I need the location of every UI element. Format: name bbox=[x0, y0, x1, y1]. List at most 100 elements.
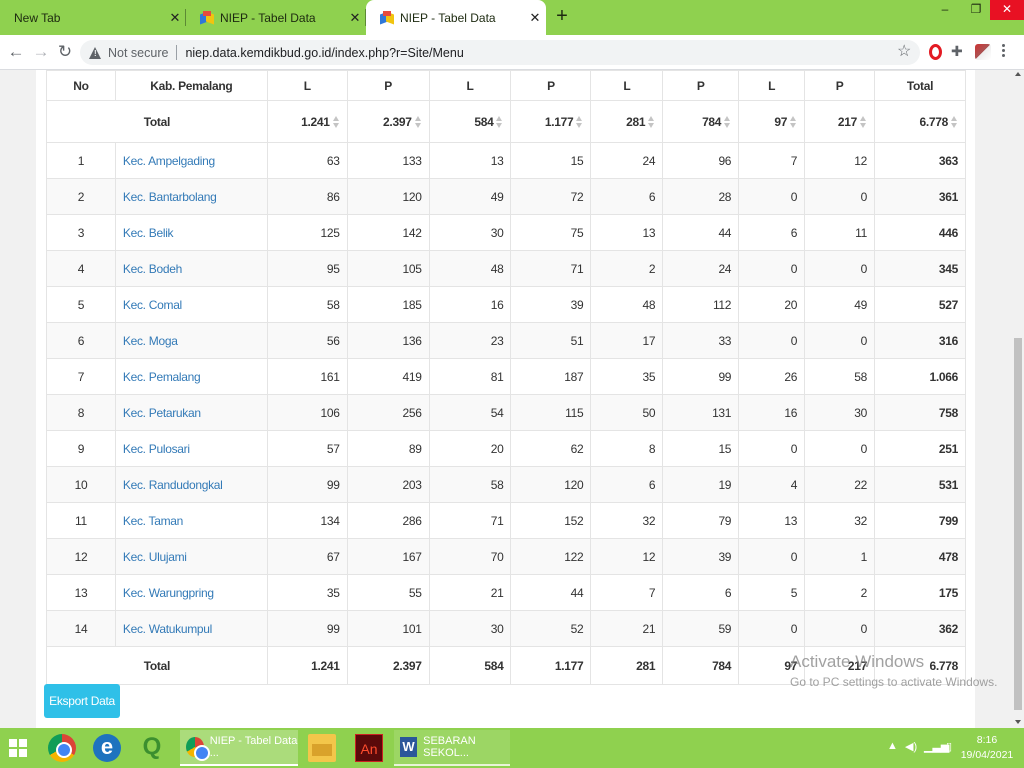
address-bar[interactable]: Not secure niep.data.kemdikbud.go.id/ind… bbox=[80, 40, 920, 65]
sort-icon[interactable] bbox=[496, 116, 503, 129]
new-tab-plus-icon[interactable]: + bbox=[550, 5, 574, 29]
sortable-total[interactable]: 97 bbox=[738, 100, 806, 143]
district-link[interactable]: Kec. Warungpring bbox=[114, 574, 268, 611]
animate-taskbar-icon[interactable]: An bbox=[355, 734, 383, 762]
sort-icon[interactable] bbox=[332, 116, 340, 129]
district-link[interactable]: Kec. Petarukan bbox=[114, 394, 268, 431]
tab-new-tab[interactable]: New Tab ✕ bbox=[0, 0, 186, 35]
sort-icon[interactable] bbox=[576, 116, 583, 129]
cell-value: 99 bbox=[662, 358, 740, 395]
col-header[interactable]: Kab. Pemalang bbox=[114, 70, 268, 101]
sortable-total[interactable]: 6.778 bbox=[874, 100, 966, 143]
window-close-icon[interactable]: ✕ bbox=[990, 0, 1024, 20]
restore-icon[interactable]: ❐ bbox=[962, 0, 990, 20]
bookmark-star-icon[interactable]: ☆ bbox=[897, 41, 911, 61]
sort-icon[interactable] bbox=[648, 116, 655, 129]
col-header[interactable]: P bbox=[510, 70, 592, 101]
sort-icon[interactable] bbox=[724, 116, 731, 129]
district-link[interactable]: Kec. Ulujami bbox=[114, 538, 268, 575]
back-arrow-icon[interactable]: ← bbox=[5, 41, 27, 63]
sort-icon[interactable] bbox=[414, 116, 422, 129]
district-link[interactable]: Kec. Taman bbox=[114, 502, 268, 539]
cell-value: 0 bbox=[738, 250, 806, 287]
row-number: 11 bbox=[46, 502, 116, 539]
qgis-taskbar-icon[interactable]: Q bbox=[138, 734, 166, 762]
sortable-total[interactable]: 1.241 bbox=[266, 100, 348, 143]
district-link[interactable]: Kec. Belik bbox=[114, 214, 268, 251]
ie-taskbar-icon[interactable]: e bbox=[93, 734, 121, 762]
security-label[interactable]: Not secure bbox=[108, 46, 168, 60]
chrome-icon bbox=[186, 737, 210, 761]
scrollbar-thumb[interactable] bbox=[1014, 338, 1022, 710]
file-explorer-taskbar-icon[interactable] bbox=[308, 734, 336, 762]
close-icon[interactable]: ✕ bbox=[524, 10, 546, 26]
system-clock[interactable]: 8:16 19/04/2021 bbox=[960, 733, 1014, 763]
col-header[interactable]: P bbox=[346, 70, 430, 101]
col-header[interactable]: P bbox=[804, 70, 876, 101]
sortable-total[interactable]: 784 bbox=[662, 100, 740, 143]
taskbar-chrome-window[interactable]: NIEP - Tabel Data ... bbox=[180, 730, 298, 766]
url-text[interactable]: niep.data.kemdikbud.go.id/index.php?r=Si… bbox=[185, 46, 463, 60]
col-header[interactable]: No bbox=[46, 70, 116, 101]
minimize-icon[interactable]: – bbox=[930, 0, 960, 20]
district-link[interactable]: Kec. Pemalang bbox=[114, 358, 268, 395]
cell-value: 133 bbox=[346, 142, 430, 179]
col-header[interactable]: L bbox=[266, 70, 348, 101]
niep-favicon-icon bbox=[380, 10, 394, 25]
sort-icon[interactable] bbox=[951, 116, 958, 129]
table-row: 13 Kec. Warungpring 35 55 21 44 7 6 5 2 175 bbox=[46, 574, 966, 611]
district-link[interactable]: Kec. Bodeh bbox=[114, 250, 268, 287]
export-data-button[interactable]: Eksport Data bbox=[44, 684, 120, 718]
volume-icon[interactable]: ◀) bbox=[905, 740, 917, 753]
cell-value: 0 bbox=[738, 610, 806, 647]
opera-extension-icon[interactable] bbox=[929, 44, 942, 60]
reload-icon[interactable]: ↻ bbox=[54, 41, 76, 63]
scroll-up-arrow-icon[interactable] bbox=[1015, 72, 1021, 76]
close-icon[interactable]: ✕ bbox=[164, 10, 186, 26]
col-header[interactable]: Total bbox=[874, 70, 966, 101]
district-link[interactable]: Kec. Comal bbox=[114, 286, 268, 323]
windows-start-icon[interactable] bbox=[9, 739, 27, 757]
sortable-total[interactable]: 281 bbox=[590, 100, 664, 143]
district-link[interactable]: Kec. Randudongkal bbox=[114, 466, 268, 503]
cell-value: 67 bbox=[266, 538, 348, 575]
table-body: 1 Kec. Ampelgading 63 133 13 15 24 96 7 12 363 2 Kec… bbox=[46, 142, 966, 647]
cell-value: 16 bbox=[428, 286, 512, 323]
extensions-puzzle-icon[interactable]: ✚ bbox=[951, 43, 963, 60]
col-header[interactable]: L bbox=[590, 70, 664, 101]
col-header[interactable]: L bbox=[738, 70, 806, 101]
sortable-total[interactable]: 2.397 bbox=[346, 100, 430, 143]
district-link[interactable]: Kec. Watukumpul bbox=[114, 610, 268, 647]
total-sort-row: Total 1.241 2.397 584 1.177 281 784 97 2… bbox=[46, 100, 966, 143]
district-link[interactable]: Kec. Ampelgading bbox=[114, 142, 268, 179]
cell-value: 24 bbox=[662, 250, 740, 287]
sortable-total[interactable]: 217 bbox=[804, 100, 876, 143]
sort-icon[interactable] bbox=[860, 116, 867, 129]
page-scrollbar[interactable] bbox=[1012, 70, 1024, 728]
menu-dots-icon[interactable] bbox=[1000, 42, 1006, 62]
close-icon[interactable]: ✕ bbox=[344, 10, 366, 26]
sortable-total[interactable]: 584 bbox=[428, 100, 512, 143]
taskbar-word-window[interactable]: W SEBARAN SEKOL... bbox=[394, 730, 510, 766]
tab-niep-1[interactable]: NIEP - Tabel Data ✕ bbox=[186, 0, 366, 35]
forward-arrow-icon[interactable]: → bbox=[30, 41, 52, 63]
district-link[interactable]: Kec. Pulosari bbox=[114, 430, 268, 467]
district-link[interactable]: Kec. Moga bbox=[114, 322, 268, 359]
col-header[interactable]: L bbox=[428, 70, 512, 101]
cell-value: 136 bbox=[346, 322, 430, 359]
chrome-taskbar-icon[interactable] bbox=[48, 734, 76, 762]
sortable-total[interactable]: 1.177 bbox=[510, 100, 592, 143]
table-row: 8 Kec. Petarukan 106 256 54 115 50 131 16 30 758 bbox=[46, 394, 966, 431]
district-link[interactable]: Kec. Bantarbolang bbox=[114, 178, 268, 215]
warning-icon[interactable] bbox=[89, 46, 102, 59]
sort-icon[interactable] bbox=[790, 116, 797, 129]
profile-avatar[interactable] bbox=[975, 44, 991, 60]
row-total: 799 bbox=[874, 502, 966, 539]
tab-niep-active[interactable]: NIEP - Tabel Data ✕ bbox=[366, 0, 546, 35]
battery-icon[interactable]: ▯ bbox=[946, 740, 952, 753]
scroll-down-arrow-icon[interactable] bbox=[1015, 720, 1021, 724]
col-header[interactable]: P bbox=[662, 70, 740, 101]
tab-title: New Tab bbox=[14, 10, 61, 25]
row-number: 7 bbox=[46, 358, 116, 395]
tray-chevron-icon[interactable]: ▲ bbox=[887, 740, 898, 752]
